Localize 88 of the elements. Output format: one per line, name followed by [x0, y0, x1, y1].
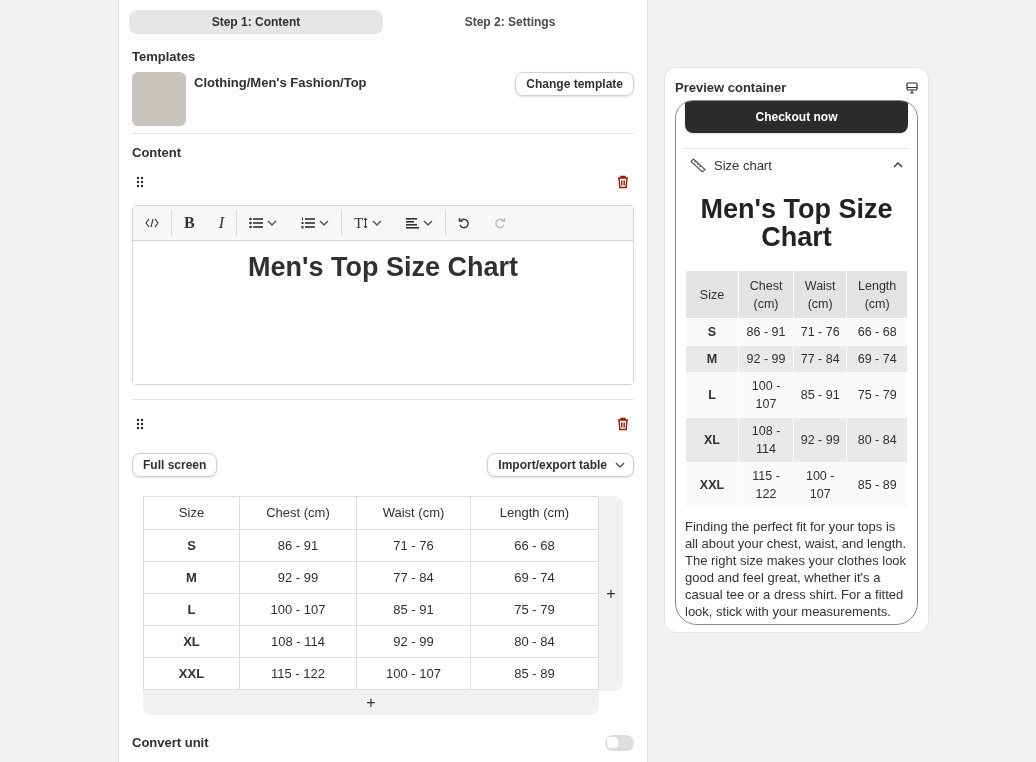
- table-cell[interactable]: 100 - 107: [239, 593, 357, 626]
- up-down-arrow-icon: [363, 217, 369, 229]
- section-heading: Content: [132, 143, 183, 162]
- table-cell: 86 - 91: [739, 319, 794, 345]
- drag-handle-icon[interactable]: [136, 418, 144, 430]
- caret-icon: [267, 220, 277, 226]
- checkout-button[interactable]: Checkout now: [685, 100, 908, 133]
- table-cell[interactable]: 66 - 68: [470, 529, 599, 562]
- table-cell: S: [686, 319, 738, 345]
- column-header[interactable]: Waist (cm): [356, 496, 471, 530]
- table-cell: M: [686, 346, 738, 372]
- caret-icon: [615, 462, 625, 468]
- drag-handle-icon[interactable]: [136, 176, 144, 188]
- table-cell: 108 - 114: [739, 418, 794, 462]
- table-cell: 100 - 107: [794, 463, 847, 507]
- column-header[interactable]: Length (cm): [470, 496, 599, 530]
- template-name: Clothing/Men's Fashion/Top: [194, 73, 368, 92]
- table-cell: 100 - 107: [739, 373, 794, 417]
- desktop-icon[interactable]: [906, 81, 918, 94]
- table-cell: 115 - 122: [739, 463, 794, 507]
- column-header: Chest (cm): [739, 271, 794, 318]
- table-cell: 77 - 84: [794, 346, 847, 372]
- caret-icon: [319, 220, 329, 226]
- table-cell[interactable]: S: [143, 529, 240, 562]
- table-cell[interactable]: L: [143, 593, 240, 626]
- align-left-icon[interactable]: [406, 217, 420, 229]
- table-cell[interactable]: 92 - 99: [239, 561, 357, 594]
- table-cell[interactable]: 115 - 122: [239, 657, 357, 690]
- italic-button[interactable]: I: [218, 211, 224, 235]
- accordion-header[interactable]: Size chart: [685, 147, 908, 175]
- ruler-icon: [690, 158, 706, 173]
- add-row-button[interactable]: +: [143, 690, 599, 715]
- delete-icon[interactable]: [616, 175, 630, 189]
- table-cell: 85 - 89: [847, 463, 907, 507]
- change-template-button[interactable]: Change template: [515, 71, 634, 96]
- column-header: Size: [686, 271, 738, 318]
- table-cell: XXL: [686, 463, 738, 507]
- table-cell[interactable]: 92 - 99: [356, 625, 471, 658]
- step-tab[interactable]: Step 2: Settings: [383, 10, 637, 34]
- panel-title: Preview container: [675, 79, 787, 97]
- convert-unit-label: Convert unit: [132, 734, 209, 752]
- toggle-switch[interactable]: [605, 734, 634, 751]
- description-text: Finding the perfect fit for your tops is all about your chest, waist, and length. The right size makes your clothes look good and feel great, whether it's a casual tee or a dress shirt. For a fitted look, stick with your measurements.: [685, 518, 908, 620]
- table-cell[interactable]: XL: [143, 625, 240, 658]
- bold-button[interactable]: B: [184, 211, 195, 235]
- undo-icon[interactable]: [458, 217, 471, 229]
- bullet-list-icon[interactable]: [249, 217, 263, 229]
- code-icon[interactable]: [145, 218, 159, 228]
- step-tab[interactable]: Step 1: Content: [129, 10, 383, 34]
- table-cell: L: [686, 373, 738, 417]
- table-cell: 66 - 68: [847, 319, 907, 345]
- table-cell: 69 - 74: [847, 346, 907, 372]
- table-cell: 71 - 76: [794, 319, 847, 345]
- full-screen-button[interactable]: Full screen: [132, 453, 218, 477]
- table-cell[interactable]: 85 - 91: [356, 593, 471, 626]
- table-cell[interactable]: 71 - 76: [356, 529, 471, 562]
- caret-icon: [372, 220, 383, 226]
- table-cell[interactable]: M: [143, 561, 240, 594]
- chart-title: Men's Top Size Chart: [699, 195, 894, 251]
- table-cell[interactable]: 108 - 114: [239, 625, 357, 658]
- table-cell: 92 - 99: [739, 346, 794, 372]
- table-cell: 80 - 84: [847, 418, 907, 462]
- accordion-label: Size chart: [714, 156, 772, 175]
- table-cell[interactable]: 85 - 89: [470, 657, 599, 690]
- table-cell[interactable]: 69 - 74: [470, 561, 599, 594]
- numbered-list-icon[interactable]: [301, 217, 315, 229]
- table-cell: 85 - 91: [794, 373, 847, 417]
- text-size-button[interactable]: T: [354, 211, 383, 235]
- table-cell[interactable]: XXL: [143, 657, 240, 690]
- import-export-button[interactable]: Import/export table: [487, 453, 634, 477]
- column-header: Waist (cm): [794, 271, 847, 318]
- delete-icon[interactable]: [616, 417, 630, 431]
- caret-icon: [423, 220, 434, 226]
- column-header[interactable]: Chest (cm): [239, 496, 357, 530]
- table-cell[interactable]: 86 - 91: [239, 529, 357, 562]
- column-header: Length (cm): [847, 271, 907, 318]
- photo-placeholder: [132, 71, 186, 126]
- table-cell[interactable]: 75 - 79: [470, 593, 599, 626]
- editor-heading[interactable]: Men's Top Size Chart: [248, 247, 518, 288]
- table-cell: 92 - 99: [794, 418, 847, 462]
- table-cell: XL: [686, 418, 738, 462]
- table-cell[interactable]: 80 - 84: [470, 625, 599, 658]
- section-heading: Templates: [132, 48, 197, 66]
- column-header[interactable]: Size: [143, 496, 240, 530]
- add-column-button[interactable]: +: [599, 496, 623, 691]
- table-cell: 75 - 79: [847, 373, 907, 417]
- table-cell[interactable]: 100 - 107: [356, 657, 471, 690]
- table-cell[interactable]: 77 - 84: [356, 561, 471, 594]
